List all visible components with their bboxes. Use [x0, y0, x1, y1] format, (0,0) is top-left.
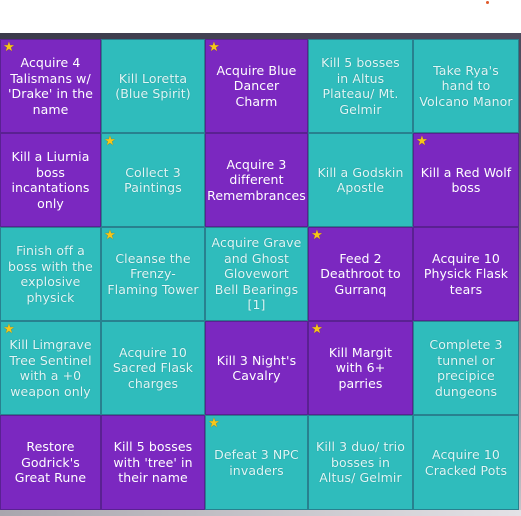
bingo-cell-r1c3[interactable]: ★ Acquire Blue Dancer Charm [205, 39, 308, 133]
bingo-cell-label: Acquire Blue Dancer Charm [216, 62, 297, 109]
bingo-cell-label: Restore Godrick's Great Rune [14, 439, 87, 486]
bingo-cell-label: Kill Limgrave Tree Sentinel with a +0 we… [9, 337, 92, 399]
bingo-cell-r5c2[interactable]: Kill 5 bosses with 'tree' in their name [101, 415, 205, 510]
star-icon: ★ [104, 134, 116, 149]
bingo-cell-label: Kill a Red Wolf boss [420, 164, 512, 196]
bingo-cell-r2c3[interactable]: Acquire 3 different Remembrances [205, 133, 308, 227]
bingo-cell-label: Kill Margit with 6+ parries [328, 344, 393, 391]
bingo-cell-r1c2[interactable]: Kill Loretta (Blue Spirit) [101, 39, 205, 133]
bingo-cell-r1c4[interactable]: Kill 5 bosses in Altus Plateau/ Mt. Gelm… [308, 39, 413, 133]
bingo-cell-r2c1[interactable]: Kill a Liurnia boss incantations only [0, 133, 101, 227]
bingo-cell-r3c2[interactable]: ★ Cleanse the Frenzy-Flaming Tower [101, 227, 205, 321]
bingo-cell-r3c1[interactable]: Finish off a boss with the explosive phy… [0, 227, 101, 321]
bingo-cell-r5c3[interactable]: ★ Defeat 3 NPC invaders [205, 415, 308, 510]
star-icon: ★ [311, 228, 323, 243]
bingo-cell-label: Kill 3 Night's Cavalry [216, 352, 297, 384]
bingo-cell-r3c4[interactable]: ★ Feed 2 Deathroot to Gurranq [308, 227, 413, 321]
bingo-cell-label: Kill a Godskin Apostle [317, 164, 404, 196]
star-icon: ★ [3, 40, 15, 55]
bingo-cell-label: Collect 3 Paintings [124, 164, 182, 196]
bingo-cell-label: Kill 3 duo/ trio bosses in Altus/ Gelmir [316, 439, 405, 486]
bingo-cell-label: Kill Loretta (Blue Spirit) [115, 70, 191, 102]
bingo-cell-label: Kill 5 bosses with 'tree' in their name [113, 439, 193, 486]
bingo-cell-label: Acquire 10 Cracked Pots [424, 447, 508, 478]
bingo-cell-label: Acquire 3 different Remembrances [207, 156, 306, 203]
bingo-grid: ★ Acquire 4 Talismans w/ 'Drake' in the n… [0, 39, 519, 510]
bingo-cell-label: Defeat 3 NPC invaders [214, 447, 299, 478]
bingo-cell-label: Cleanse the Frenzy-Flaming Tower [107, 250, 199, 297]
bingo-cell-label: Acquire 4 Talismans w/ 'Drake' in the na… [7, 55, 94, 117]
bingo-cell-label: Finish off a boss with the explosive phy… [8, 243, 93, 305]
star-icon: ★ [416, 134, 428, 149]
bingo-cell-r2c2[interactable]: ★ Collect 3 Paintings [101, 133, 205, 227]
bingo-cell-label: Acquire Grave and Ghost Glovewort Bell B… [211, 235, 302, 313]
bingo-cell-r5c5[interactable]: Acquire 10 Cracked Pots [413, 415, 519, 510]
bingo-cell-label: Acquire 10 Physick Flask tears [423, 250, 509, 297]
bingo-cell-r2c5[interactable]: ★ Kill a Red Wolf boss [413, 133, 519, 227]
bingo-cell-r2c4[interactable]: Kill a Godskin Apostle [308, 133, 413, 227]
star-icon: ★ [104, 228, 116, 243]
star-icon: ★ [3, 322, 15, 337]
bingo-cell-label: Take Rya's hand to Volcano Manor [419, 62, 513, 109]
bingo-cell-r1c5[interactable]: Take Rya's hand to Volcano Manor [413, 39, 519, 133]
star-icon: ★ [311, 322, 323, 337]
bingo-cell-r4c2[interactable]: Acquire 10 Sacred Flask charges [101, 321, 205, 415]
bingo-cell-r3c5[interactable]: Acquire 10 Physick Flask tears [413, 227, 519, 321]
bingo-cell-label: Acquire 10 Sacred Flask charges [112, 344, 194, 391]
star-icon: ★ [208, 416, 220, 431]
bingo-cell-label: Complete 3 tunnel or precipice dungeons [429, 337, 503, 399]
bottom-strip [0, 510, 521, 516]
bingo-cell-label: Feed 2 Deathroot to Gurranq [320, 250, 401, 297]
bingo-cell-r1c1[interactable]: ★ Acquire 4 Talismans w/ 'Drake' in the n… [0, 39, 101, 133]
bingo-cell-label: Kill 5 bosses in Altus Plateau/ Mt. Gelm… [321, 55, 400, 117]
bingo-cell-r5c4[interactable]: Kill 3 duo/ trio bosses in Altus/ Gelmir [308, 415, 413, 510]
star-icon: ★ [208, 40, 220, 55]
bingo-cell-label: Kill a Liurnia boss incantations only [11, 149, 90, 211]
bingo-cell-r4c4[interactable]: ★ Kill Margit with 6+ parries [308, 321, 413, 415]
top-marker [486, 1, 489, 4]
bingo-cell-r3c3[interactable]: Acquire Grave and Ghost Glovewort Bell B… [205, 227, 308, 321]
bingo-board: ★ Acquire 4 Talismans w/ 'Drake' in the n… [0, 33, 521, 516]
bingo-cell-r5c1[interactable]: Restore Godrick's Great Rune [0, 415, 101, 510]
top-strip [0, 0, 521, 33]
bingo-cell-r4c1[interactable]: ★ Kill Limgrave Tree Sentinel with a +0 w… [0, 321, 101, 415]
bingo-cell-r4c5[interactable]: Complete 3 tunnel or precipice dungeons [413, 321, 519, 415]
bingo-cell-r4c3[interactable]: Kill 3 Night's Cavalry [205, 321, 308, 415]
